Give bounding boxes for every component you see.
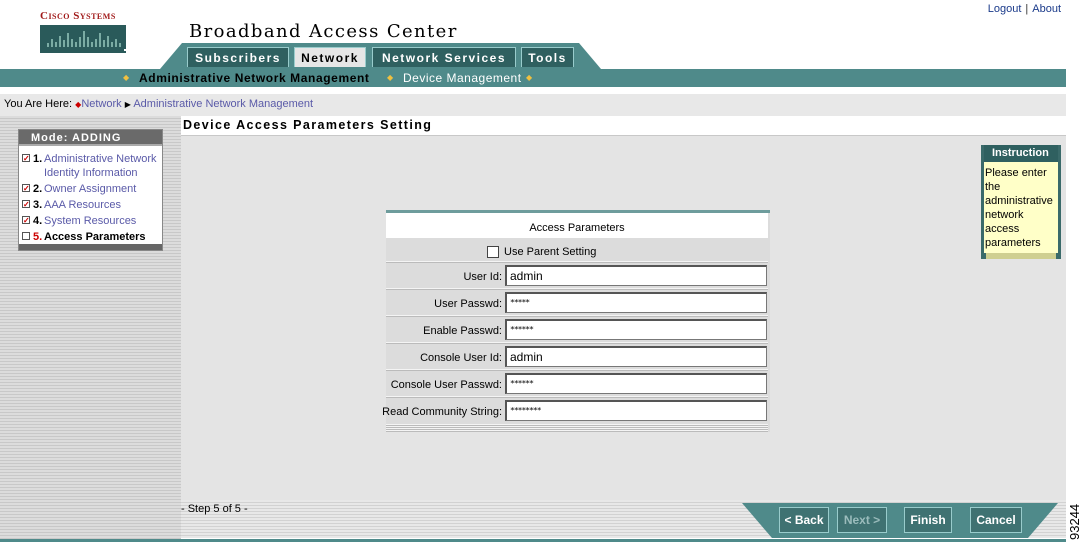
tab-subscribers[interactable]: Subscribers xyxy=(187,47,289,67)
console-user-passwd-input[interactable] xyxy=(505,373,767,394)
breadcrumb: You Are Here: ◆Network ▶ Administrative … xyxy=(4,98,313,110)
tab-network[interactable]: Network xyxy=(294,47,366,67)
instruction-box: Instruction Please enter the administrat… xyxy=(981,145,1061,259)
diamond-icon: ◆ xyxy=(387,73,394,82)
user-passwd-label: User Passwd: xyxy=(434,298,502,310)
chevron-right-icon: ▶ xyxy=(124,100,131,109)
figure-number: 93244 xyxy=(1067,503,1082,540)
next-button[interactable]: Next > xyxy=(837,507,887,533)
app-title: Broadband Access Center xyxy=(189,21,458,42)
diamond-icon: ◆ xyxy=(526,73,533,82)
enable-passwd-label: Enable Passwd: xyxy=(423,325,502,337)
back-button[interactable]: < Back xyxy=(779,507,829,533)
console-user-id-input[interactable] xyxy=(505,346,767,367)
checkmark-icon: ✓ xyxy=(22,184,30,193)
read-community-string-label: Read Community String: xyxy=(382,406,502,418)
subnav-device-management[interactable]: Device Management xyxy=(403,71,522,85)
row-divider xyxy=(386,288,768,290)
user-id-label: User Id: xyxy=(463,271,502,283)
finish-button[interactable]: Finish xyxy=(904,507,952,533)
user-passwd-input[interactable] xyxy=(505,292,767,313)
use-parent-checkbox[interactable] xyxy=(487,246,499,258)
user-id-input[interactable] xyxy=(505,265,767,286)
wizard-bottom-rule xyxy=(19,244,162,250)
breadcrumb-prefix: You Are Here: xyxy=(4,98,73,110)
wizard-mode-title: Mode: ADDING xyxy=(19,130,162,146)
subnav-admin-network-management[interactable]: Administrative Network Management xyxy=(139,71,370,85)
tab-network-services[interactable]: Network Services xyxy=(372,47,516,67)
top-links: Logout | About xyxy=(988,3,1061,15)
form-header: Access Parameters xyxy=(386,213,768,238)
unchecked-box-icon xyxy=(22,232,30,240)
read-community-string-input[interactable] xyxy=(505,400,767,421)
app-window: { "brand": { "company": "Cisco Systems",… xyxy=(0,0,1087,544)
instruction-footer xyxy=(981,253,1061,259)
diamond-icon: ◆ xyxy=(123,73,130,82)
cancel-button[interactable]: Cancel xyxy=(970,507,1022,533)
enable-passwd-input[interactable] xyxy=(505,319,767,340)
checkmark-icon: ✓ xyxy=(22,154,30,163)
tab-tools[interactable]: Tools xyxy=(521,47,574,67)
instruction-text: Please enter the administrative network … xyxy=(985,167,1053,249)
checkmark-icon: ✓ xyxy=(22,216,30,225)
wizard-steps-panel: Mode: ADDING ✓ 1. Administrative Network… xyxy=(18,129,163,251)
form-title: Access Parameters xyxy=(529,222,625,234)
row-divider xyxy=(386,396,768,398)
row-divider xyxy=(386,369,768,371)
instruction-title: Instruction xyxy=(984,145,1058,162)
cisco-logo: Cisco Systems xyxy=(40,10,130,54)
about-link[interactable]: About xyxy=(1032,3,1061,15)
company-name: Cisco Systems xyxy=(40,10,116,22)
checkmark-icon: ✓ xyxy=(22,200,30,209)
form-bottom-rule xyxy=(386,424,768,432)
console-user-id-label: Console User Id: xyxy=(420,352,502,364)
row-divider xyxy=(386,342,768,344)
console-user-passwd-label: Console User Passwd: xyxy=(390,379,502,391)
bottom-rule xyxy=(0,539,1066,542)
title-divider xyxy=(181,135,1066,136)
step-indicator: - Step 5 of 5 - xyxy=(181,503,248,515)
row-divider xyxy=(386,261,768,263)
logout-link[interactable]: Logout xyxy=(988,3,1022,15)
link-separator: | xyxy=(1025,3,1029,15)
page-title: Device Access Parameters Setting xyxy=(183,118,433,132)
use-parent-label: Use Parent Setting xyxy=(504,246,597,258)
cisco-bridge-icon xyxy=(40,25,126,53)
row-divider xyxy=(386,315,768,317)
access-parameters-form: Access Parameters Use Parent Setting Use… xyxy=(382,210,770,432)
breadcrumb-admin-network-management[interactable]: Administrative Network Management xyxy=(133,98,313,110)
breadcrumb-network[interactable]: Network xyxy=(81,98,121,110)
